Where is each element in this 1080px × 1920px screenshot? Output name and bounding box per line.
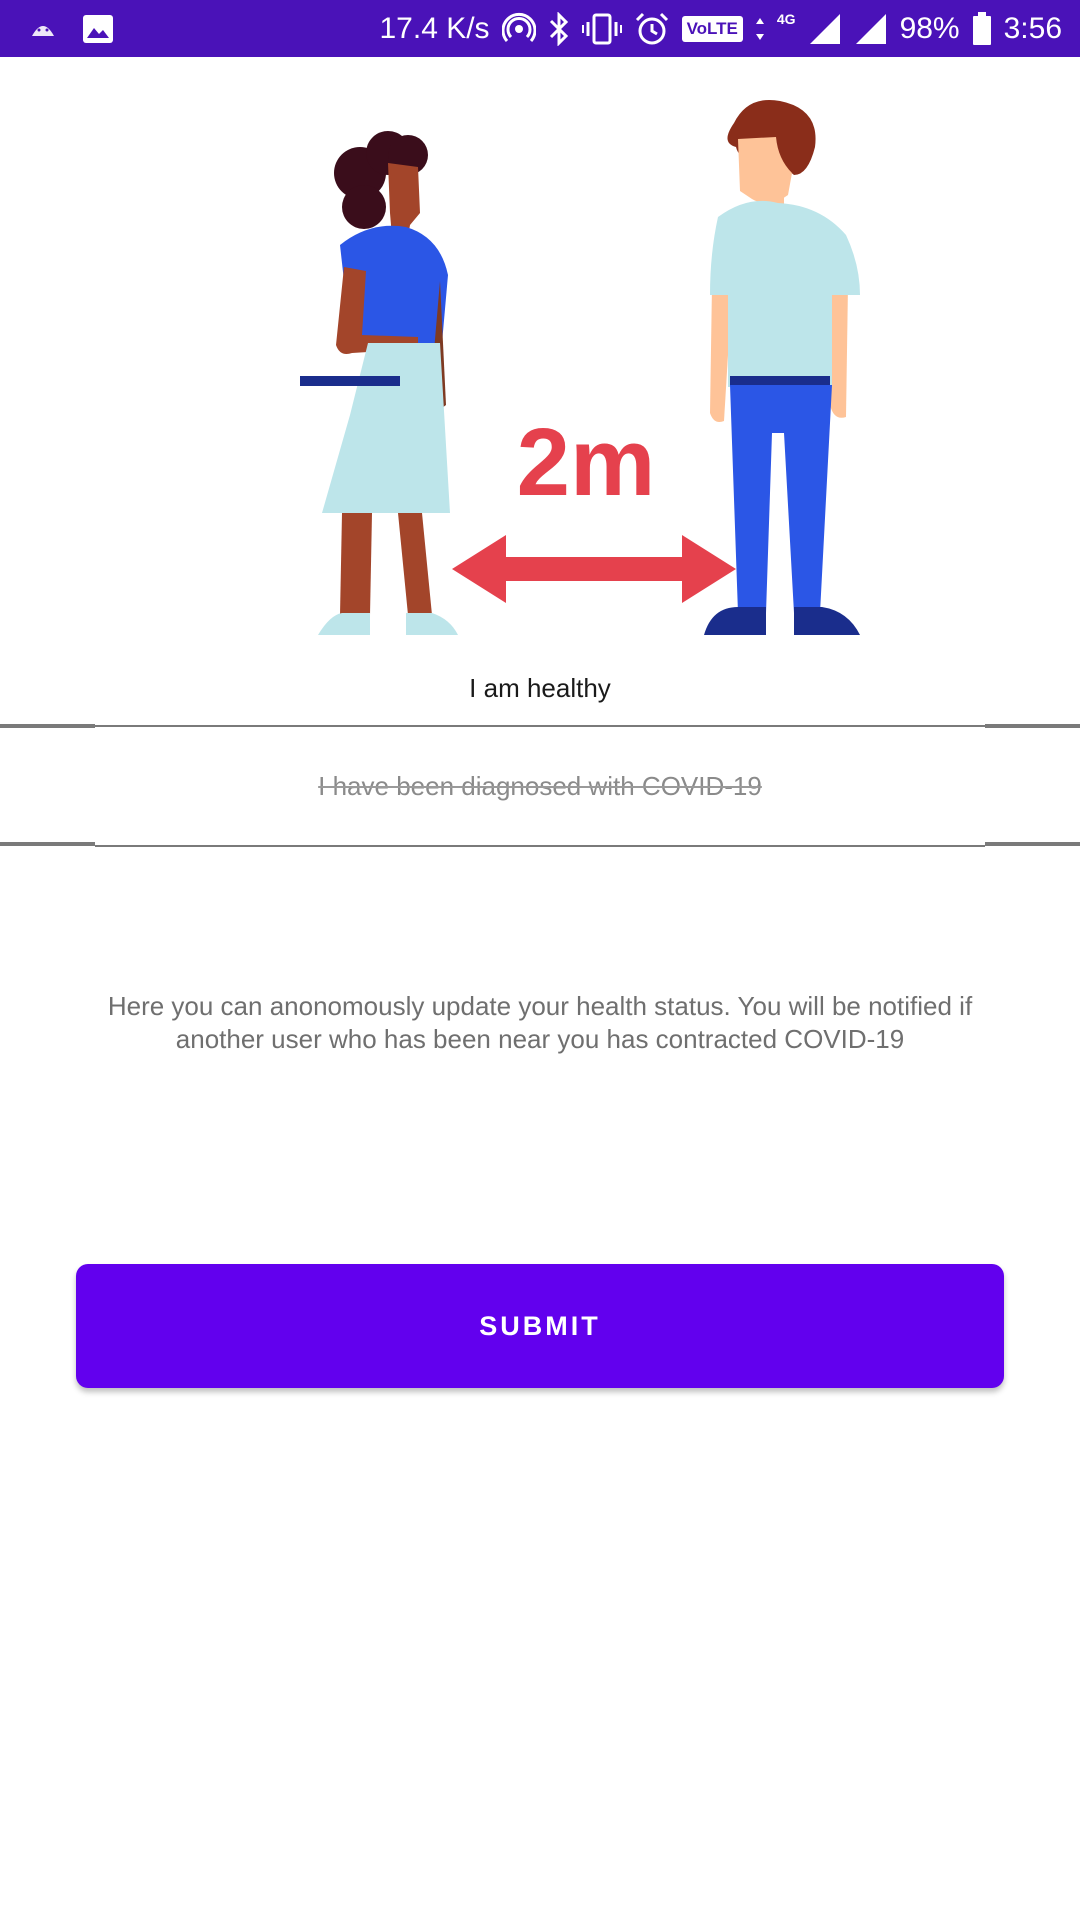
network-speed: 17.4 K/s xyxy=(379,11,490,45)
alarm-icon xyxy=(634,11,670,47)
clock: 3:56 xyxy=(1003,11,1062,45)
hotspot-icon xyxy=(501,12,536,46)
battery-percent: 98% xyxy=(899,11,960,45)
divider-bottom-left xyxy=(0,842,95,846)
info-text: Here you can anonomously update your hea… xyxy=(107,991,973,1054)
battery-icon xyxy=(972,11,992,46)
option-healthy[interactable]: I am healthy xyxy=(0,652,1080,724)
vibrate-icon xyxy=(581,12,622,46)
network-type: 4G xyxy=(776,10,796,27)
submit-button-label: SUBMIT xyxy=(479,1310,601,1341)
submit-button[interactable]: SUBMIT xyxy=(76,1264,1004,1388)
distance-label: 2m xyxy=(517,409,656,516)
divider-top-right xyxy=(985,724,1080,728)
option-diagnosed-label: I have been diagnosed with COVID-19 xyxy=(318,770,762,801)
image-notification-icon xyxy=(82,14,114,44)
data-arrows-icon xyxy=(755,16,765,42)
app-notification-icon xyxy=(30,20,56,38)
distance-arrow-icon xyxy=(452,535,736,603)
divider-bottom-right xyxy=(985,842,1080,846)
divider-bottom-center xyxy=(95,845,985,847)
volte-badge: VoLTE xyxy=(681,15,743,42)
option-diagnosed[interactable]: I have been diagnosed with COVID-19 xyxy=(95,727,985,845)
bluetooth-icon xyxy=(548,11,570,46)
social-distancing-illustration: 2m xyxy=(300,95,880,635)
signal-icon-2 xyxy=(854,12,888,46)
signal-icon-1 xyxy=(808,12,842,46)
option-healthy-label: I am healthy xyxy=(469,672,611,703)
divider-top-left xyxy=(0,724,95,728)
status-bar: 17.4 K/s VoLTE 4G 98% 3:56 xyxy=(0,0,1080,57)
